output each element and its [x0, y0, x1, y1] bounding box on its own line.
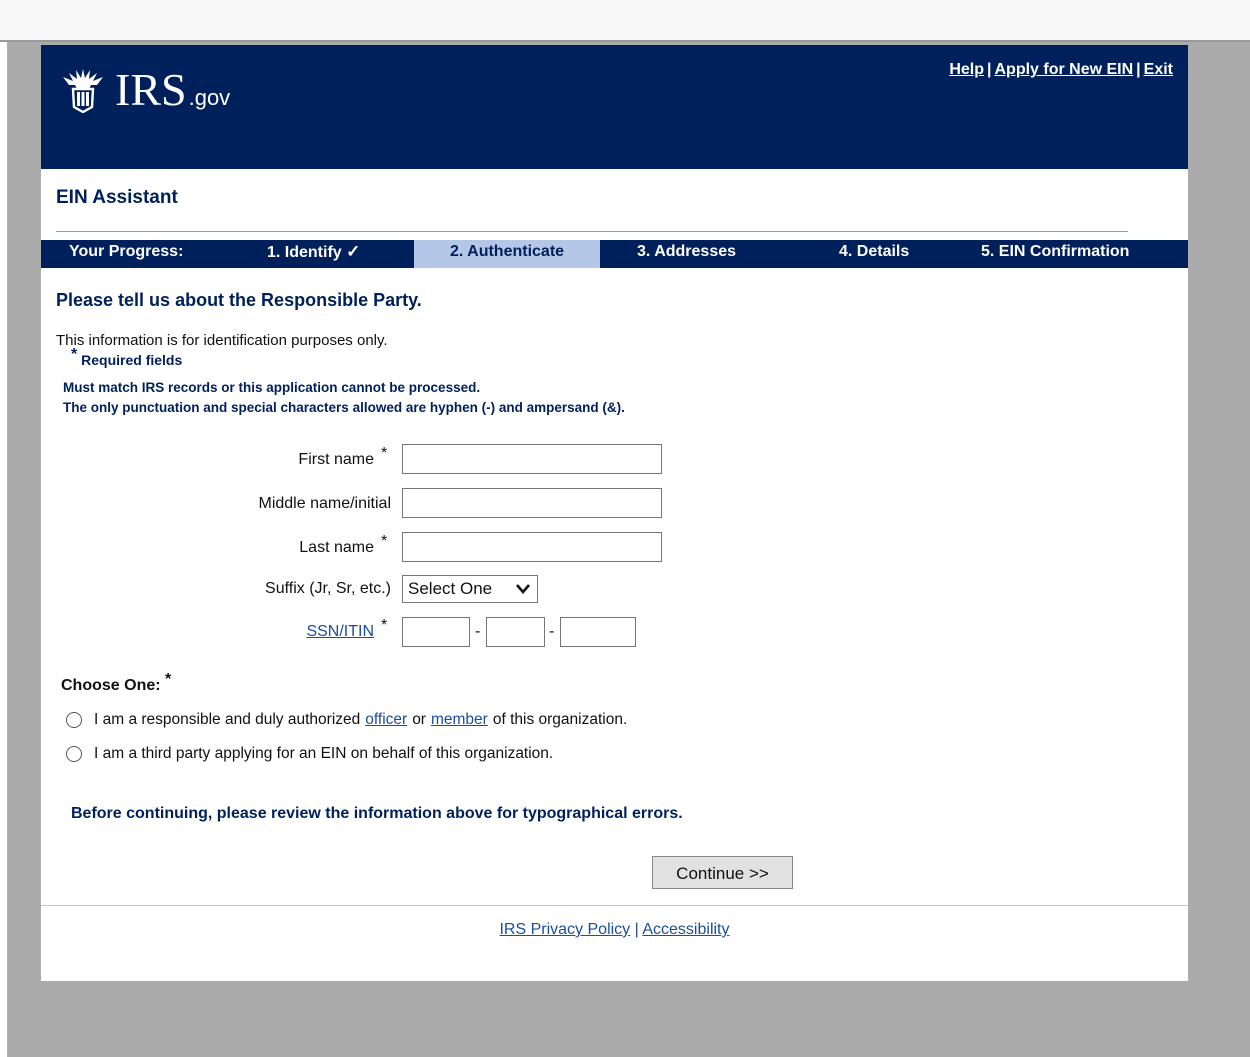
- last-name-input[interactable]: [402, 532, 662, 562]
- progress-step-identify: 1. Identify ✓: [267, 240, 360, 268]
- footer-divider: [41, 905, 1188, 906]
- option1-text-after: of this organization.: [492, 711, 628, 728]
- progress-label: Your Progress:: [69, 243, 184, 260]
- required-star: *: [381, 617, 388, 634]
- help-link[interactable]: Help: [949, 61, 984, 78]
- required-star: *: [165, 671, 172, 688]
- officer-link[interactable]: officer: [365, 711, 407, 729]
- choose-one-label: Choose One: *: [61, 671, 171, 695]
- section-heading: Please tell us about the Responsible Par…: [56, 290, 422, 310]
- header-links: Help | Apply for New EIN | Exit: [949, 61, 1173, 79]
- first-name-input[interactable]: [402, 444, 662, 474]
- title-divider: [56, 231, 1128, 232]
- continue-button[interactable]: Continue >>: [652, 856, 793, 889]
- option2-text: I am a third party applying for an EIN o…: [94, 745, 554, 762]
- ssn-itin-link[interactable]: SSN/ITIN: [306, 623, 374, 640]
- required-fields-note: * Required fields: [63, 346, 183, 370]
- option1-text-middle: or: [412, 711, 426, 728]
- link-separator: |: [1136, 61, 1141, 78]
- option1-text-before: I am a responsible and duly authorized: [94, 711, 361, 728]
- suffix-select[interactable]: Select One: [402, 575, 538, 603]
- progress-step-ein-confirmation: 5. EIN Confirmation: [981, 243, 1130, 260]
- logo-gov-text: .gov: [188, 85, 231, 110]
- eagle-seal-icon: [63, 69, 103, 113]
- required-star: *: [71, 346, 78, 363]
- ein-assistant-page: IRS .gov Help | Apply for New EIN | Exit EIN…: [41, 45, 1188, 981]
- member-link[interactable]: member: [431, 711, 488, 729]
- middle-name-input[interactable]: [402, 488, 662, 518]
- radio-icon[interactable]: [66, 746, 82, 762]
- required-star: *: [381, 533, 388, 550]
- ssn-part2-input[interactable]: [486, 617, 545, 647]
- records-note: Must match IRS records or this applicati…: [63, 380, 481, 395]
- ssn-separator: -: [549, 623, 555, 640]
- progress-bar: Your Progress: 1. Identify ✓ 2. Authenti…: [41, 240, 1188, 268]
- footer-links: IRS Privacy Policy | Accessibility: [41, 921, 1188, 939]
- ssn-label-wrap: SSN/ITIN: [306, 623, 374, 641]
- progress-step-details: 4. Details: [839, 243, 910, 260]
- ssn-part3-input[interactable]: [560, 617, 636, 647]
- suffix-label: Suffix (Jr, Sr, etc.): [265, 580, 391, 597]
- ssn-part1-input[interactable]: [402, 617, 470, 647]
- browser-top-strip: [0, 0, 1250, 42]
- info-text: This information is for identification p…: [56, 332, 388, 349]
- footer-separator: |: [634, 921, 639, 938]
- review-note: Before continuing, please review the inf…: [71, 805, 683, 822]
- chevron-down-icon: [516, 584, 530, 594]
- last-name-label: Last name: [299, 539, 374, 556]
- radio-icon[interactable]: [66, 712, 82, 728]
- officer-member-option[interactable]: I am a responsible and duly authorized o…: [66, 711, 627, 729]
- exit-link[interactable]: Exit: [1144, 61, 1173, 78]
- choose-one-text: Choose One:: [61, 677, 161, 694]
- ssn-separator: -: [475, 623, 481, 640]
- apply-new-ein-link[interactable]: Apply for New EIN: [994, 61, 1133, 78]
- suffix-selected-value: Select One: [408, 579, 493, 598]
- privacy-policy-link[interactable]: IRS Privacy Policy: [499, 921, 630, 938]
- checkmark-icon: ✓: [346, 242, 361, 261]
- required-star: *: [381, 445, 388, 462]
- accessibility-link[interactable]: Accessibility: [642, 921, 729, 938]
- step-label: 1. Identify: [267, 244, 342, 261]
- logo-irs-text: IRS: [115, 64, 187, 115]
- punctuation-note: The only punctuation and special charact…: [63, 400, 625, 415]
- third-party-option[interactable]: I am a third party applying for an EIN o…: [66, 745, 553, 763]
- first-name-label: First name: [298, 451, 374, 468]
- app-title: EIN Assistant: [56, 187, 178, 208]
- progress-step-authenticate: 2. Authenticate: [414, 240, 600, 268]
- link-separator: |: [987, 61, 992, 78]
- irs-header: IRS .gov Help | Apply for New EIN | Exit: [41, 45, 1188, 169]
- middle-name-label: Middle name/initial: [258, 495, 391, 512]
- required-fields-label: Required fields: [81, 352, 183, 368]
- irs-logo[interactable]: IRS .gov: [59, 67, 230, 113]
- progress-step-addresses: 3. Addresses: [637, 243, 737, 260]
